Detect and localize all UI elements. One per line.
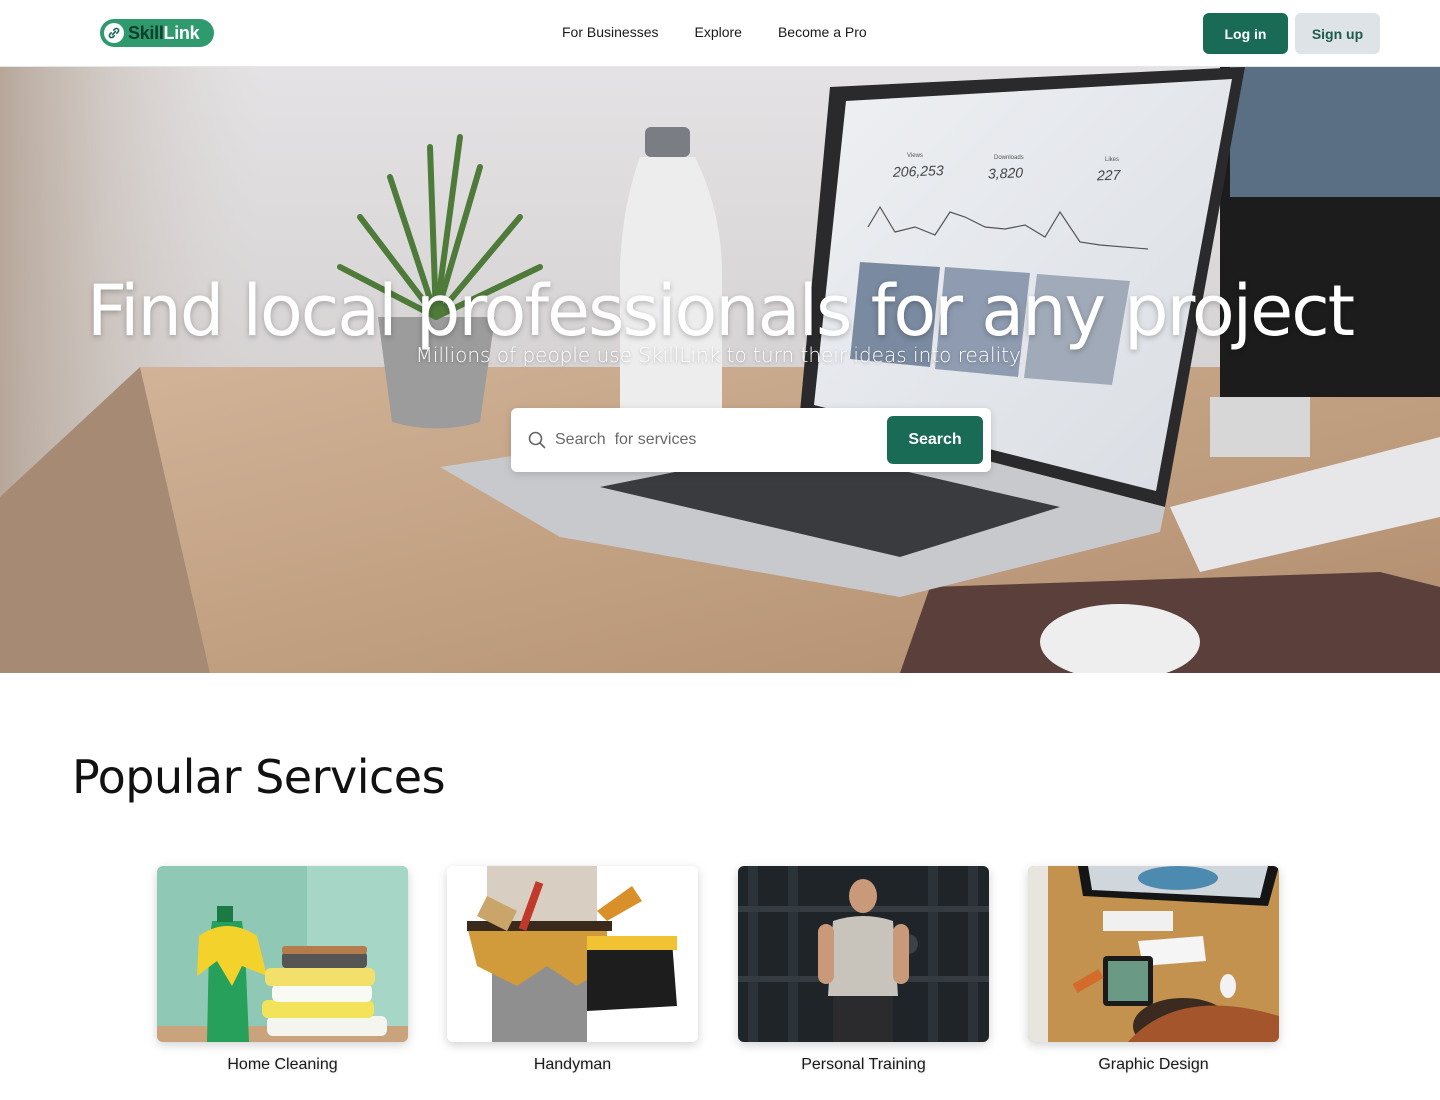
service-label: Graphic Design [1098,1056,1209,1073]
hero-background-image [0,67,1440,673]
popular-services-title: Popular Services [72,750,446,804]
hero-section: 206,253 3,820 227 Views Downloads Likes … [0,67,1440,673]
hero-subtitle: Millions of people use SkillLink to turn… [415,343,1025,367]
nav-become-a-pro[interactable]: Become a Pro [778,24,867,40]
nav-for-businesses[interactable]: For Businesses [562,24,658,40]
screen-stat-views: 206,253 [893,162,944,180]
services-grid: Home Cleaning Handyman Personal Training… [157,866,1279,1086]
graphic-design-image [1028,866,1279,1042]
skilllink-logo[interactable]: SkillLink [100,19,214,47]
nav-explore[interactable]: Explore [694,24,741,40]
screen-stat-views-label: Views [907,153,923,159]
search-bar: Search [511,408,991,472]
screen-stat-likes-label: Likes [1105,157,1120,163]
search-input[interactable] [555,424,875,456]
signup-button[interactable]: Sign up [1295,13,1380,54]
screen-stat-downloads-label: Downloads [994,155,1024,161]
hero-title: Find local professionals for any project [86,270,1355,352]
service-card-handyman[interactable]: Handyman [447,866,698,1074]
service-card-graphic-design[interactable]: Graphic Design [1028,866,1279,1074]
site-header: SkillLink For Businesses Explore Become … [0,0,1440,67]
screen-stat-likes: 227 [1097,166,1121,184]
main-nav: For Businesses Explore Become a Pro [562,24,867,40]
search-icon [528,431,546,454]
login-button[interactable]: Log in [1203,13,1288,54]
service-card-home-cleaning[interactable]: Home Cleaning [157,866,408,1074]
link-icon [104,23,124,43]
search-button[interactable]: Search [887,416,983,464]
service-label: Home Cleaning [227,1056,338,1073]
service-card-personal-training[interactable]: Personal Training [738,866,989,1074]
logo-text: SkillLink [128,22,200,43]
service-label: Handyman [533,1056,612,1073]
service-label: Personal Training [801,1056,926,1073]
screen-stat-downloads: 3,820 [988,164,1024,182]
home-cleaning-image [157,866,408,1042]
handyman-image [447,866,698,1042]
personal-training-image [738,866,989,1042]
